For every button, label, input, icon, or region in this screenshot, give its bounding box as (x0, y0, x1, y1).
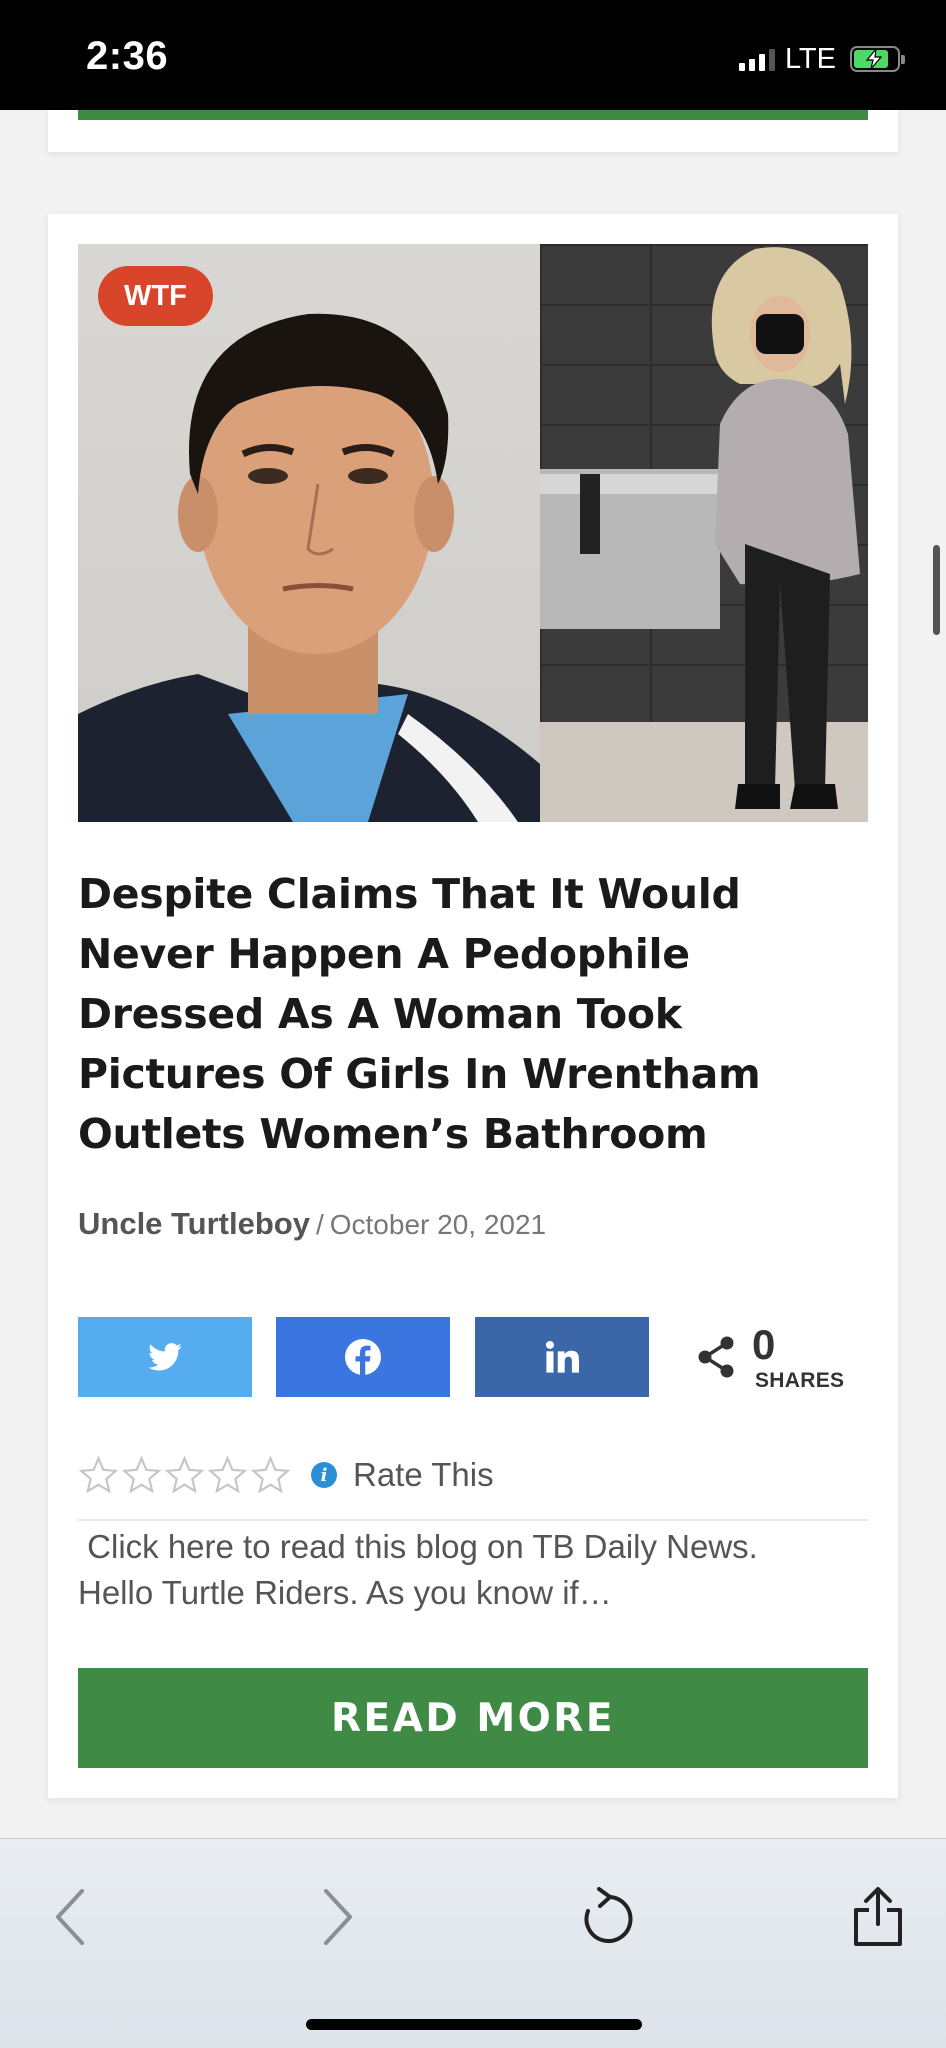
rating-widget: i Rate This (78, 1450, 868, 1500)
excerpt-line: Hello Turtle Riders. As you know if… (78, 1574, 612, 1611)
twitter-icon (148, 1343, 182, 1371)
linkedin-icon (545, 1340, 579, 1373)
share-sheet-button[interactable] (838, 1877, 918, 1957)
article-card: WTF Despite Claims That It Would Never H… (48, 214, 898, 1798)
read-more-button[interactable]: READ MORE (78, 1668, 868, 1768)
reload-icon (584, 1887, 633, 1943)
back-button[interactable] (30, 1877, 110, 1957)
previous-article-card (48, 110, 898, 152)
info-icon[interactable]: i (311, 1462, 337, 1488)
reload-button[interactable] (567, 1877, 647, 1957)
facebook-share-button[interactable] (276, 1317, 450, 1397)
mugshot-photo (78, 244, 540, 822)
home-indicator[interactable] (306, 2019, 642, 2030)
linkedin-share-button[interactable] (475, 1317, 649, 1397)
share-count: 0 SHARES (690, 1317, 868, 1397)
twitter-share-button[interactable] (78, 1317, 252, 1397)
status-time: 2:36 (86, 34, 169, 78)
byline-separator: / (315, 1209, 324, 1240)
scrollbar[interactable] (933, 545, 940, 635)
facebook-icon (345, 1339, 381, 1375)
status-bar: 2:36 LTE (0, 0, 946, 110)
network-type: LTE (784, 42, 836, 75)
star-icon[interactable] (78, 1455, 119, 1495)
previous-read-more-edge[interactable] (78, 110, 868, 120)
share-count-number: 0 (752, 1321, 776, 1368)
star-icon[interactable] (250, 1455, 291, 1495)
category-tag[interactable]: WTF (98, 266, 213, 326)
publish-date: October 20, 2021 (329, 1209, 547, 1240)
article-excerpt: Click here to read this blog on TB Daily… (78, 1524, 868, 1616)
battery-charging-icon (850, 46, 905, 72)
cellular-signal-icon (738, 47, 775, 71)
star-rating[interactable] (78, 1455, 291, 1495)
star-icon[interactable] (121, 1455, 162, 1495)
share-icon (698, 1336, 734, 1378)
byline: Uncle Turtleboy / October 20, 2021 (78, 1206, 546, 1242)
forward-button[interactable] (298, 1877, 378, 1957)
share-bar: 0 SHARES (78, 1317, 868, 1397)
chevron-right-icon (324, 1889, 352, 1945)
author-link[interactable]: Uncle Turtleboy (78, 1206, 310, 1242)
article-title[interactable]: Despite Claims That It Would Never Happe… (78, 864, 868, 1164)
star-icon[interactable] (207, 1455, 248, 1495)
bathroom-photo (540, 244, 868, 822)
article-image[interactable]: WTF (78, 244, 868, 822)
star-icon[interactable] (164, 1455, 205, 1495)
share-count-label: SHARES (755, 1369, 845, 1392)
chevron-left-icon (56, 1889, 84, 1945)
share-sheet-icon (854, 1887, 902, 1946)
status-indicators: LTE (738, 42, 905, 76)
browser-toolbar (0, 1838, 946, 2048)
excerpt-line: Click here to read this blog on TB Daily… (78, 1528, 758, 1565)
rate-this-label: Rate This (353, 1456, 494, 1493)
divider (78, 1519, 868, 1521)
